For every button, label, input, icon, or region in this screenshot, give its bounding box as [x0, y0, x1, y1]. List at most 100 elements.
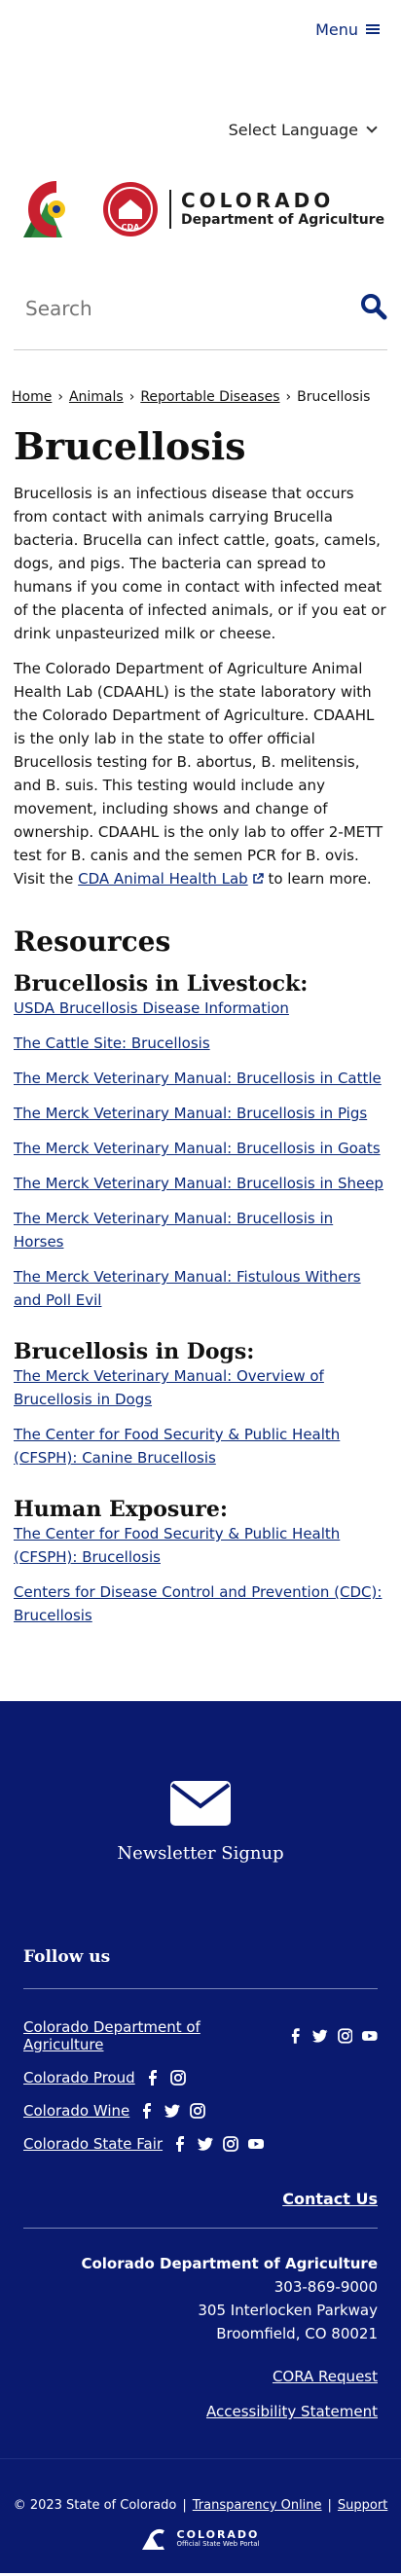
address-street: 305 Interlocken Parkway — [198, 2302, 378, 2319]
page-title: Brucellosis — [14, 424, 246, 468]
resource-link[interactable]: The Merck Veterinary Manual: Brucellosis… — [14, 1140, 381, 1157]
intro-paragraph: Brucellosis is an infectious disease tha… — [14, 485, 386, 642]
transparency-link[interactable]: Transparency Online — [193, 2498, 322, 2513]
svg-text:CDA: CDA — [122, 223, 141, 232]
breadcrumb: Home › Animals › Reportable Diseases › Brucell… — [0, 350, 401, 405]
footer-links: CORA Request Accessibility Statement — [0, 2345, 401, 2429]
human-links: The Center for Food Security & Public He… — [0, 1522, 401, 1627]
social-row: Colorado Wine — [23, 2102, 378, 2120]
facebook-icon[interactable] — [139, 2103, 155, 2119]
resource-link[interactable]: The Cattle Site: Brucellosis — [14, 1034, 210, 1052]
instagram-icon[interactable] — [169, 2070, 186, 2086]
cora-request-link[interactable]: CORA Request — [273, 2368, 378, 2385]
dogs-heading: Brucellosis in Dogs: — [14, 1339, 255, 1364]
colorado-c-logo-icon — [23, 181, 65, 237]
resources-heading: Resources — [14, 925, 171, 958]
list-item: The Merck Veterinary Manual: Brucellosis… — [14, 1207, 387, 1253]
facebook-icon[interactable] — [288, 2028, 304, 2044]
resource-link[interactable]: The Merck Veterinary Manual: Brucellosis… — [14, 1210, 333, 1251]
address-city: Broomfield, CO 80021 — [216, 2325, 378, 2342]
list-item: The Merck Veterinary Manual: Fistulous W… — [14, 1265, 387, 1312]
site-footer: Newsletter Signup Follow us Colorado Dep… — [0, 1701, 401, 2458]
search-input[interactable] — [25, 297, 360, 320]
breadcrumb-home[interactable]: Home — [12, 389, 52, 405]
contact-us-link[interactable]: Contact Us — [282, 2190, 378, 2208]
list-item: The Center for Food Security & Public He… — [14, 1423, 387, 1469]
list-item: The Center for Food Security & Public He… — [14, 1522, 387, 1569]
top-bar: Menu — [0, 0, 401, 58]
social-row: Colorado Proud — [23, 2069, 378, 2086]
lab-paragraph-text: The Colorado Department of Agriculture A… — [14, 660, 383, 888]
contact-section: Contact Us — [0, 2153, 401, 2208]
youtube-icon[interactable] — [362, 2028, 378, 2044]
resource-link[interactable]: The Center for Food Security & Public He… — [14, 1426, 340, 1467]
resource-link[interactable]: Centers for Disease Control and Preventi… — [14, 1583, 382, 1624]
resource-link[interactable]: The Merck Veterinary Manual: Brucellosis… — [14, 1175, 383, 1192]
colorado-portal-icon — [141, 2529, 164, 2550]
resource-link[interactable]: The Merck Veterinary Manual: Fistulous W… — [14, 1268, 361, 1309]
cda-badge-icon: CDA — [103, 182, 158, 236]
dogs-links: The Merck Veterinary Manual: Overview of… — [0, 1364, 401, 1469]
address-org: Colorado Department of Agriculture — [81, 2255, 378, 2272]
facebook-icon[interactable] — [145, 2070, 161, 2086]
instagram-icon[interactable] — [337, 2028, 353, 2044]
address-phone: 303-869-9000 — [273, 2278, 378, 2296]
youtube-icon[interactable] — [248, 2136, 265, 2152]
search-icon[interactable] — [360, 293, 387, 324]
social-link-state-fair[interactable]: Colorado State Fair — [23, 2135, 163, 2153]
livestock-heading: Brucellosis in Livestock: — [14, 971, 309, 997]
language-label: Select Language — [228, 121, 358, 139]
list-item: USDA Brucellosis Disease Information — [14, 997, 387, 1020]
social-row: Colorado Department of Agriculture — [23, 2018, 378, 2053]
social-link-colorado-wine[interactable]: Colorado Wine — [23, 2102, 129, 2120]
site-logo[interactable]: CDA COLORADO Department of Agriculture — [0, 151, 401, 268]
state-portal-logo[interactable]: COLORADO Official State Web Portal — [10, 2528, 391, 2550]
list-item: The Merck Veterinary Manual: Brucellosis… — [14, 1102, 387, 1125]
logo-text: COLORADO Department of Agriculture — [169, 189, 384, 229]
breadcrumb-reportable-diseases[interactable]: Reportable Diseases — [140, 389, 279, 405]
address-block: Colorado Department of Agriculture 303-8… — [0, 2229, 401, 2345]
lab-paragraph: The Colorado Department of Agriculture A… — [0, 645, 401, 890]
breadcrumb-current: Brucellosis — [297, 389, 371, 405]
newsletter-label: Newsletter Signup — [117, 1843, 284, 1864]
envelope-icon — [170, 1781, 231, 1826]
list-item: The Cattle Site: Brucellosis — [14, 1032, 387, 1055]
hamburger-icon — [366, 22, 380, 36]
logo-line1: COLORADO — [181, 189, 335, 213]
list-item: The Merck Veterinary Manual: Overview of… — [14, 1364, 387, 1411]
follow-heading: Follow us — [23, 1947, 111, 1967]
twitter-icon[interactable] — [198, 2136, 214, 2152]
social-list: Colorado Department of Agriculture Color… — [0, 2018, 401, 2153]
list-item: Centers for Disease Control and Preventi… — [14, 1580, 387, 1627]
chevron-down-icon — [366, 122, 378, 133]
menu-button[interactable]: Menu — [315, 20, 380, 39]
list-item: The Merck Veterinary Manual: Brucellosis… — [14, 1172, 387, 1195]
twitter-icon[interactable] — [164, 2103, 181, 2119]
breadcrumb-animals[interactable]: Animals — [69, 389, 124, 405]
facebook-icon[interactable] — [172, 2136, 188, 2152]
livestock-links: USDA Brucellosis Disease Information The… — [0, 997, 401, 1312]
accessibility-link[interactable]: Accessibility Statement — [206, 2403, 378, 2420]
breadcrumb-separator: › — [57, 389, 63, 405]
resource-link[interactable]: USDA Brucellosis Disease Information — [14, 999, 289, 1017]
resource-link[interactable]: The Merck Veterinary Manual: Overview of… — [14, 1367, 324, 1408]
instagram-icon[interactable] — [190, 2103, 206, 2119]
instagram-icon[interactable] — [223, 2136, 238, 2152]
menu-label: Menu — [315, 19, 358, 39]
copyright: © 2023 State of Colorado — [13, 2498, 177, 2513]
social-link-colorado-proud[interactable]: Colorado Proud — [23, 2069, 135, 2086]
footer-divider — [23, 1988, 378, 1989]
list-item: The Merck Veterinary Manual: Brucellosis… — [14, 1137, 387, 1160]
social-link-cda[interactable]: Colorado Department of Agriculture — [23, 2018, 278, 2053]
twitter-icon[interactable] — [312, 2028, 328, 2044]
support-link[interactable]: Support — [338, 2498, 387, 2513]
search-bar — [0, 268, 401, 349]
newsletter-signup[interactable]: Newsletter Signup — [0, 1701, 401, 1864]
resource-link[interactable]: The Merck Veterinary Manual: Brucellosis… — [14, 1105, 367, 1122]
bottom-bar: © 2023 State of Colorado | Transparency On… — [0, 2458, 401, 2573]
lab-paragraph-end: to learn more. — [268, 870, 372, 888]
cda-animal-health-lab-link[interactable]: CDA Animal Health Lab — [78, 870, 264, 888]
language-select[interactable]: Select Language — [228, 121, 378, 139]
resource-link[interactable]: The Center for Food Security & Public He… — [14, 1525, 340, 1566]
resource-link[interactable]: The Merck Veterinary Manual: Brucellosis… — [14, 1070, 382, 1087]
